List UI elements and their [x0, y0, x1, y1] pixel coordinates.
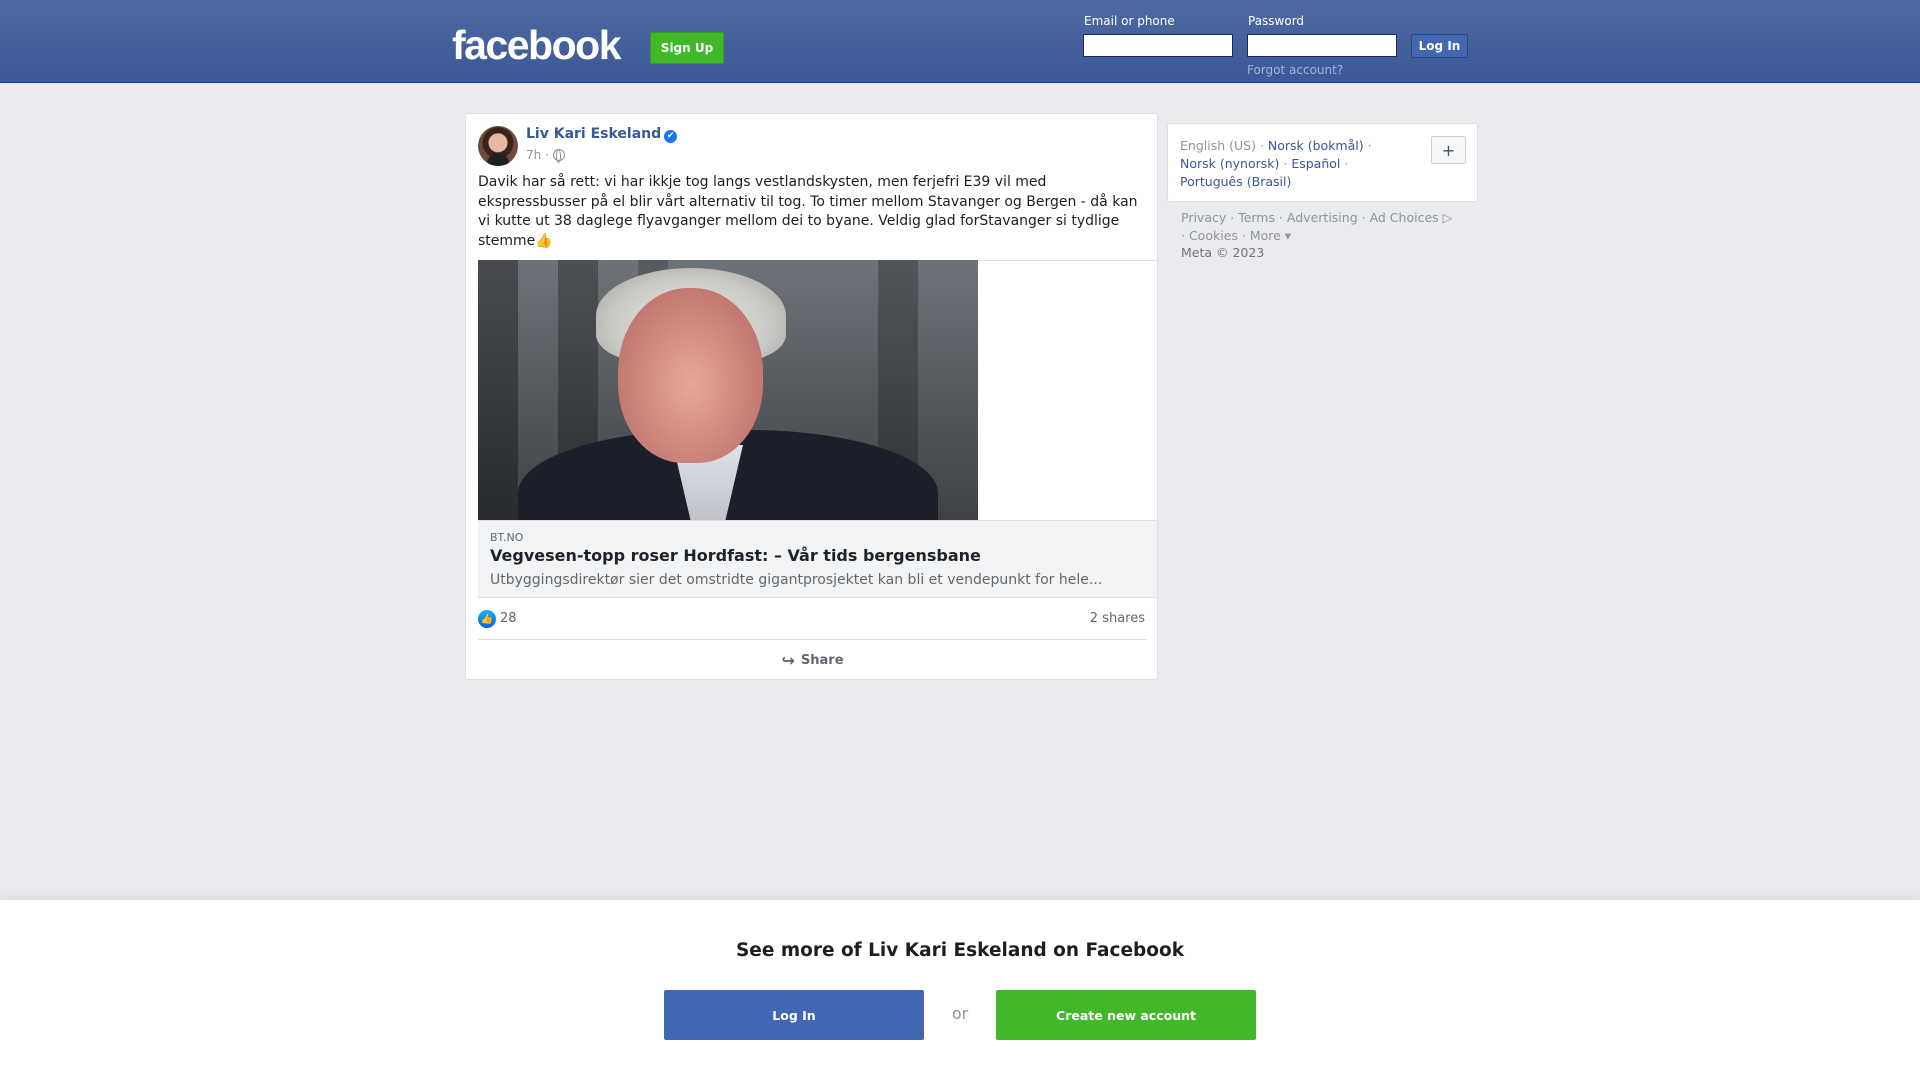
post-divider: [478, 639, 1147, 640]
top-navigation-bar: facebook Sign Up Email or phone Password…: [0, 0, 1920, 83]
share-button[interactable]: ↪ Share: [478, 641, 1147, 679]
language-link-norsk-nynorsk[interactable]: Norsk (nynorsk): [1180, 156, 1279, 171]
language-current: English (US): [1180, 138, 1256, 153]
signup-button[interactable]: Sign Up: [650, 32, 724, 64]
verified-badge-icon: ✔: [664, 130, 678, 143]
post-time[interactable]: 7h: [526, 148, 541, 162]
email-label: Email or phone: [1084, 14, 1175, 28]
password-input[interactable]: [1247, 34, 1397, 57]
post-meta: 7h ·: [526, 148, 566, 163]
login-button[interactable]: Log In: [1411, 34, 1468, 58]
banner-or-label: or: [951, 1004, 969, 1023]
share-icon: ↪: [781, 650, 795, 670]
meta-separator: ·: [545, 148, 550, 162]
language-selector-box: English (US) · Norsk (bokmål) · Norsk (n…: [1167, 123, 1478, 202]
forgot-account-link[interactable]: Forgot account?: [1247, 63, 1343, 77]
like-reaction-icon[interactable]: 👍: [478, 610, 496, 628]
banner-login-button[interactable]: Log In: [664, 990, 924, 1040]
post-card: Liv Kari Eskeland ✔ 7h · Davik har så ret…: [465, 113, 1158, 680]
share-label: Share: [800, 652, 844, 668]
facebook-logo[interactable]: facebook: [452, 22, 622, 69]
globe-icon: [553, 148, 566, 163]
link-domain: BT.NO: [490, 531, 524, 544]
create-account-button[interactable]: Create new account: [996, 990, 1256, 1040]
link-preview-text[interactable]: BT.NO Vegvesen-topp roser Hordfast: – Vå…: [478, 520, 1157, 598]
ad-choices-icon: ▷: [1438, 210, 1453, 225]
footer-link-advertising[interactable]: Advertising: [1287, 210, 1358, 225]
post-text: Davik har så rett: vi har ikkje tog lang…: [478, 174, 1138, 249]
more-dropdown-icon: ▾: [1280, 228, 1292, 243]
author-avatar[interactable]: [478, 126, 518, 166]
share-count[interactable]: 2 shares: [1090, 611, 1145, 626]
footer-link-terms[interactable]: Terms: [1238, 210, 1275, 225]
login-prompt-banner: See more of Liv Kari Eskeland on Faceboo…: [0, 900, 1920, 1080]
footer-link-ad-choices[interactable]: Ad Choices: [1370, 210, 1439, 225]
like-count[interactable]: 28: [500, 611, 517, 626]
footer-link-cookies[interactable]: Cookies: [1189, 228, 1238, 243]
copyright: Meta © 2023: [1181, 245, 1265, 260]
add-language-button[interactable]: +: [1431, 136, 1466, 164]
language-link-portugues[interactable]: Português (Brasil): [1180, 174, 1291, 189]
footer-links: Privacy · Terms · Advertising · Ad Choic…: [1181, 210, 1453, 243]
link-description: Utbyggingsdirektør sier det omstridte gi…: [490, 572, 1103, 588]
language-list: English (US) · Norsk (bokmål) · Norsk (n…: [1180, 138, 1372, 189]
email-input[interactable]: [1083, 34, 1233, 57]
password-label: Password: [1248, 14, 1305, 28]
language-link-norsk-bokmal[interactable]: Norsk (bokmål): [1268, 138, 1364, 153]
link-preview-image[interactable]: [478, 260, 978, 520]
link-title[interactable]: Vegvesen-topp roser Hordfast: – Vår tids…: [490, 546, 981, 565]
footer-link-privacy[interactable]: Privacy: [1181, 210, 1226, 225]
author-name-text[interactable]: Liv Kari Eskeland: [526, 126, 661, 142]
language-link-espanol[interactable]: Español: [1291, 156, 1340, 171]
footer-link-more[interactable]: More: [1250, 228, 1281, 243]
image-face: [618, 288, 763, 463]
banner-title: See more of Liv Kari Eskeland on Faceboo…: [735, 940, 1185, 961]
author-name[interactable]: Liv Kari Eskeland ✔: [526, 126, 678, 143]
